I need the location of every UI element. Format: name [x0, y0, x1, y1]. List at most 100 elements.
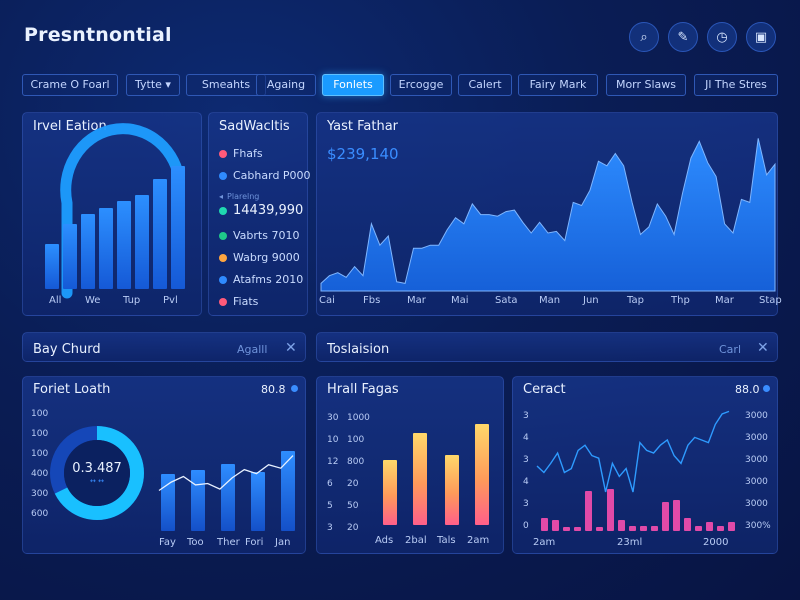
tab-4[interactable]: Againg — [256, 74, 316, 96]
legend-item: Atafms 2010 — [219, 273, 303, 286]
legend-dot — [219, 172, 227, 180]
legend-label: Fiats — [233, 295, 259, 308]
x-tick: Fay — [159, 537, 176, 548]
strip-title: Bay Churd — [33, 342, 101, 357]
foriet-loath-panel: Foriet Loath 80.8 100 100 100 400 300 60… — [22, 376, 306, 554]
x-tick: We — [85, 295, 101, 306]
bar — [81, 213, 95, 289]
strip-action-link[interactable]: Carl — [719, 343, 741, 356]
legend-label: Fhafs — [233, 147, 263, 160]
legend-item: ◂ Plarelng — [219, 192, 259, 201]
x-tick: Mar — [715, 295, 734, 306]
y-tick: 12 — [327, 457, 339, 467]
legend-label: Plarelng — [227, 192, 260, 201]
x-tick: Too — [187, 537, 204, 548]
legend-dot — [219, 150, 227, 158]
legend-dot — [219, 206, 227, 215]
x-tick: Mai — [451, 295, 469, 306]
ceract-line-chart — [536, 410, 730, 493]
legend-label: Vabrts 7010 — [233, 229, 300, 242]
bay-churd-strip: Bay Churd Agalll ✕ — [22, 332, 306, 362]
bar — [475, 424, 489, 525]
close-icon[interactable]: ✕ — [285, 340, 297, 356]
tab-10[interactable]: Jl The Stres — [694, 74, 778, 96]
irvel-eation-panel: Irvel Eation All We Tup Pvl — [22, 112, 202, 316]
bar — [117, 200, 131, 289]
y-tick: 100 — [347, 435, 365, 445]
x-tick: Stap — [759, 295, 782, 306]
y-tick: 20 — [347, 523, 359, 533]
timer-icon[interactable]: ◷ — [707, 22, 737, 52]
tab-1[interactable]: Crame O Foarl — [22, 74, 118, 96]
filter-tab-bar: Crame O Foarl Tytte ▾ Smeahts Againg Fon… — [22, 74, 778, 96]
x-tick: 2am — [533, 537, 556, 548]
search-icon[interactable]: ⌕ — [629, 22, 659, 52]
legend-item: Fiats — [219, 295, 258, 308]
y-tick: 20 — [347, 479, 359, 489]
x-tick: Ads — [375, 535, 394, 546]
panel-title: Hrall Fagas — [327, 382, 399, 397]
bar — [135, 195, 149, 289]
app-title: Presntnontial — [24, 24, 172, 46]
tab-8[interactable]: Fairy Mark — [518, 74, 598, 96]
x-tick: Jun — [583, 295, 599, 306]
bar — [413, 432, 427, 525]
y-tick: 3 — [327, 523, 333, 533]
y-tick: 30 — [327, 413, 339, 423]
strip-action-link[interactable]: Agalll — [237, 343, 267, 356]
tab-5-active[interactable]: Fonlets — [322, 74, 384, 96]
yast-fathar-panel: Yast Fathar $239,140 Cai Fbs Mar Mai Sata Man… — [316, 112, 782, 316]
bar — [383, 460, 397, 525]
x-tick: All — [49, 295, 62, 306]
bar — [45, 243, 59, 289]
ceract-panel: Ceract 88.0 3 4 3 4 3 0 3000 3000 3000 3000 3000 30… — [512, 376, 778, 554]
x-tick: Pvl — [163, 295, 178, 306]
tab-6[interactable]: Ercogge — [390, 74, 452, 96]
x-tick: Sata — [495, 295, 518, 306]
legend-arrow-icon: ◂ — [219, 192, 224, 201]
x-tick: Mar — [407, 295, 426, 306]
legend-item: Vabrts 7010 — [219, 229, 299, 242]
y-tick: 1000 — [347, 413, 370, 423]
x-tick: 2000 — [703, 537, 729, 548]
legend-dot — [219, 276, 227, 284]
x-tick: Fbs — [363, 295, 381, 306]
bar — [153, 178, 167, 289]
y-tick: 6 — [327, 479, 333, 489]
legend-dot — [219, 232, 227, 240]
legend-item: 14439,990 — [219, 203, 303, 218]
legend-panel: SadWacltis Fhafs Cabhard P000 ◂ Plarelng … — [208, 112, 311, 316]
panel-title: SadWacltis — [219, 119, 290, 134]
x-tick: 23ml — [617, 537, 643, 548]
strip-title: Toslaision — [327, 342, 390, 357]
tab-3[interactable]: Smeahts — [186, 74, 266, 96]
x-tick: Thp — [671, 295, 690, 306]
tab-2[interactable]: Tytte ▾ — [126, 74, 180, 96]
bar — [171, 165, 185, 289]
tab-7[interactable]: Calert — [458, 74, 512, 96]
legend-item: Cabhard P000 — [219, 169, 311, 182]
legend-item: Fhafs — [219, 147, 263, 160]
legend-value: 14439,990 — [233, 203, 304, 218]
pen-icon[interactable]: ✎ — [668, 22, 698, 52]
x-tick: Cai — [319, 295, 335, 306]
x-tick: Jan — [275, 537, 291, 548]
briefcase-icon[interactable]: ▣ — [746, 22, 776, 52]
x-tick: Man — [539, 295, 561, 306]
legend-item: Wabrg 9000 — [219, 251, 300, 264]
legend-dot — [219, 298, 227, 306]
tab-9[interactable]: Morr Slaws — [606, 74, 686, 96]
line-series — [536, 410, 730, 493]
area-chart — [320, 138, 776, 292]
x-tick: Tup — [123, 295, 141, 306]
y-tick: 50 — [347, 501, 359, 511]
area-series — [320, 138, 776, 292]
legend-label: Wabrg 9000 — [233, 251, 300, 264]
hrall-fagas-panel: Hrall Fagas 30 10 12 6 5 3 1000 100 800 20 50 20 Ad… — [316, 376, 504, 554]
combo-line-chart — [158, 455, 294, 492]
legend-label: Cabhard P000 — [233, 169, 311, 182]
y-tick: 10 — [327, 435, 339, 445]
trend-line — [158, 455, 294, 492]
close-icon[interactable]: ✕ — [757, 340, 769, 356]
y-tick: 5 — [327, 501, 333, 511]
